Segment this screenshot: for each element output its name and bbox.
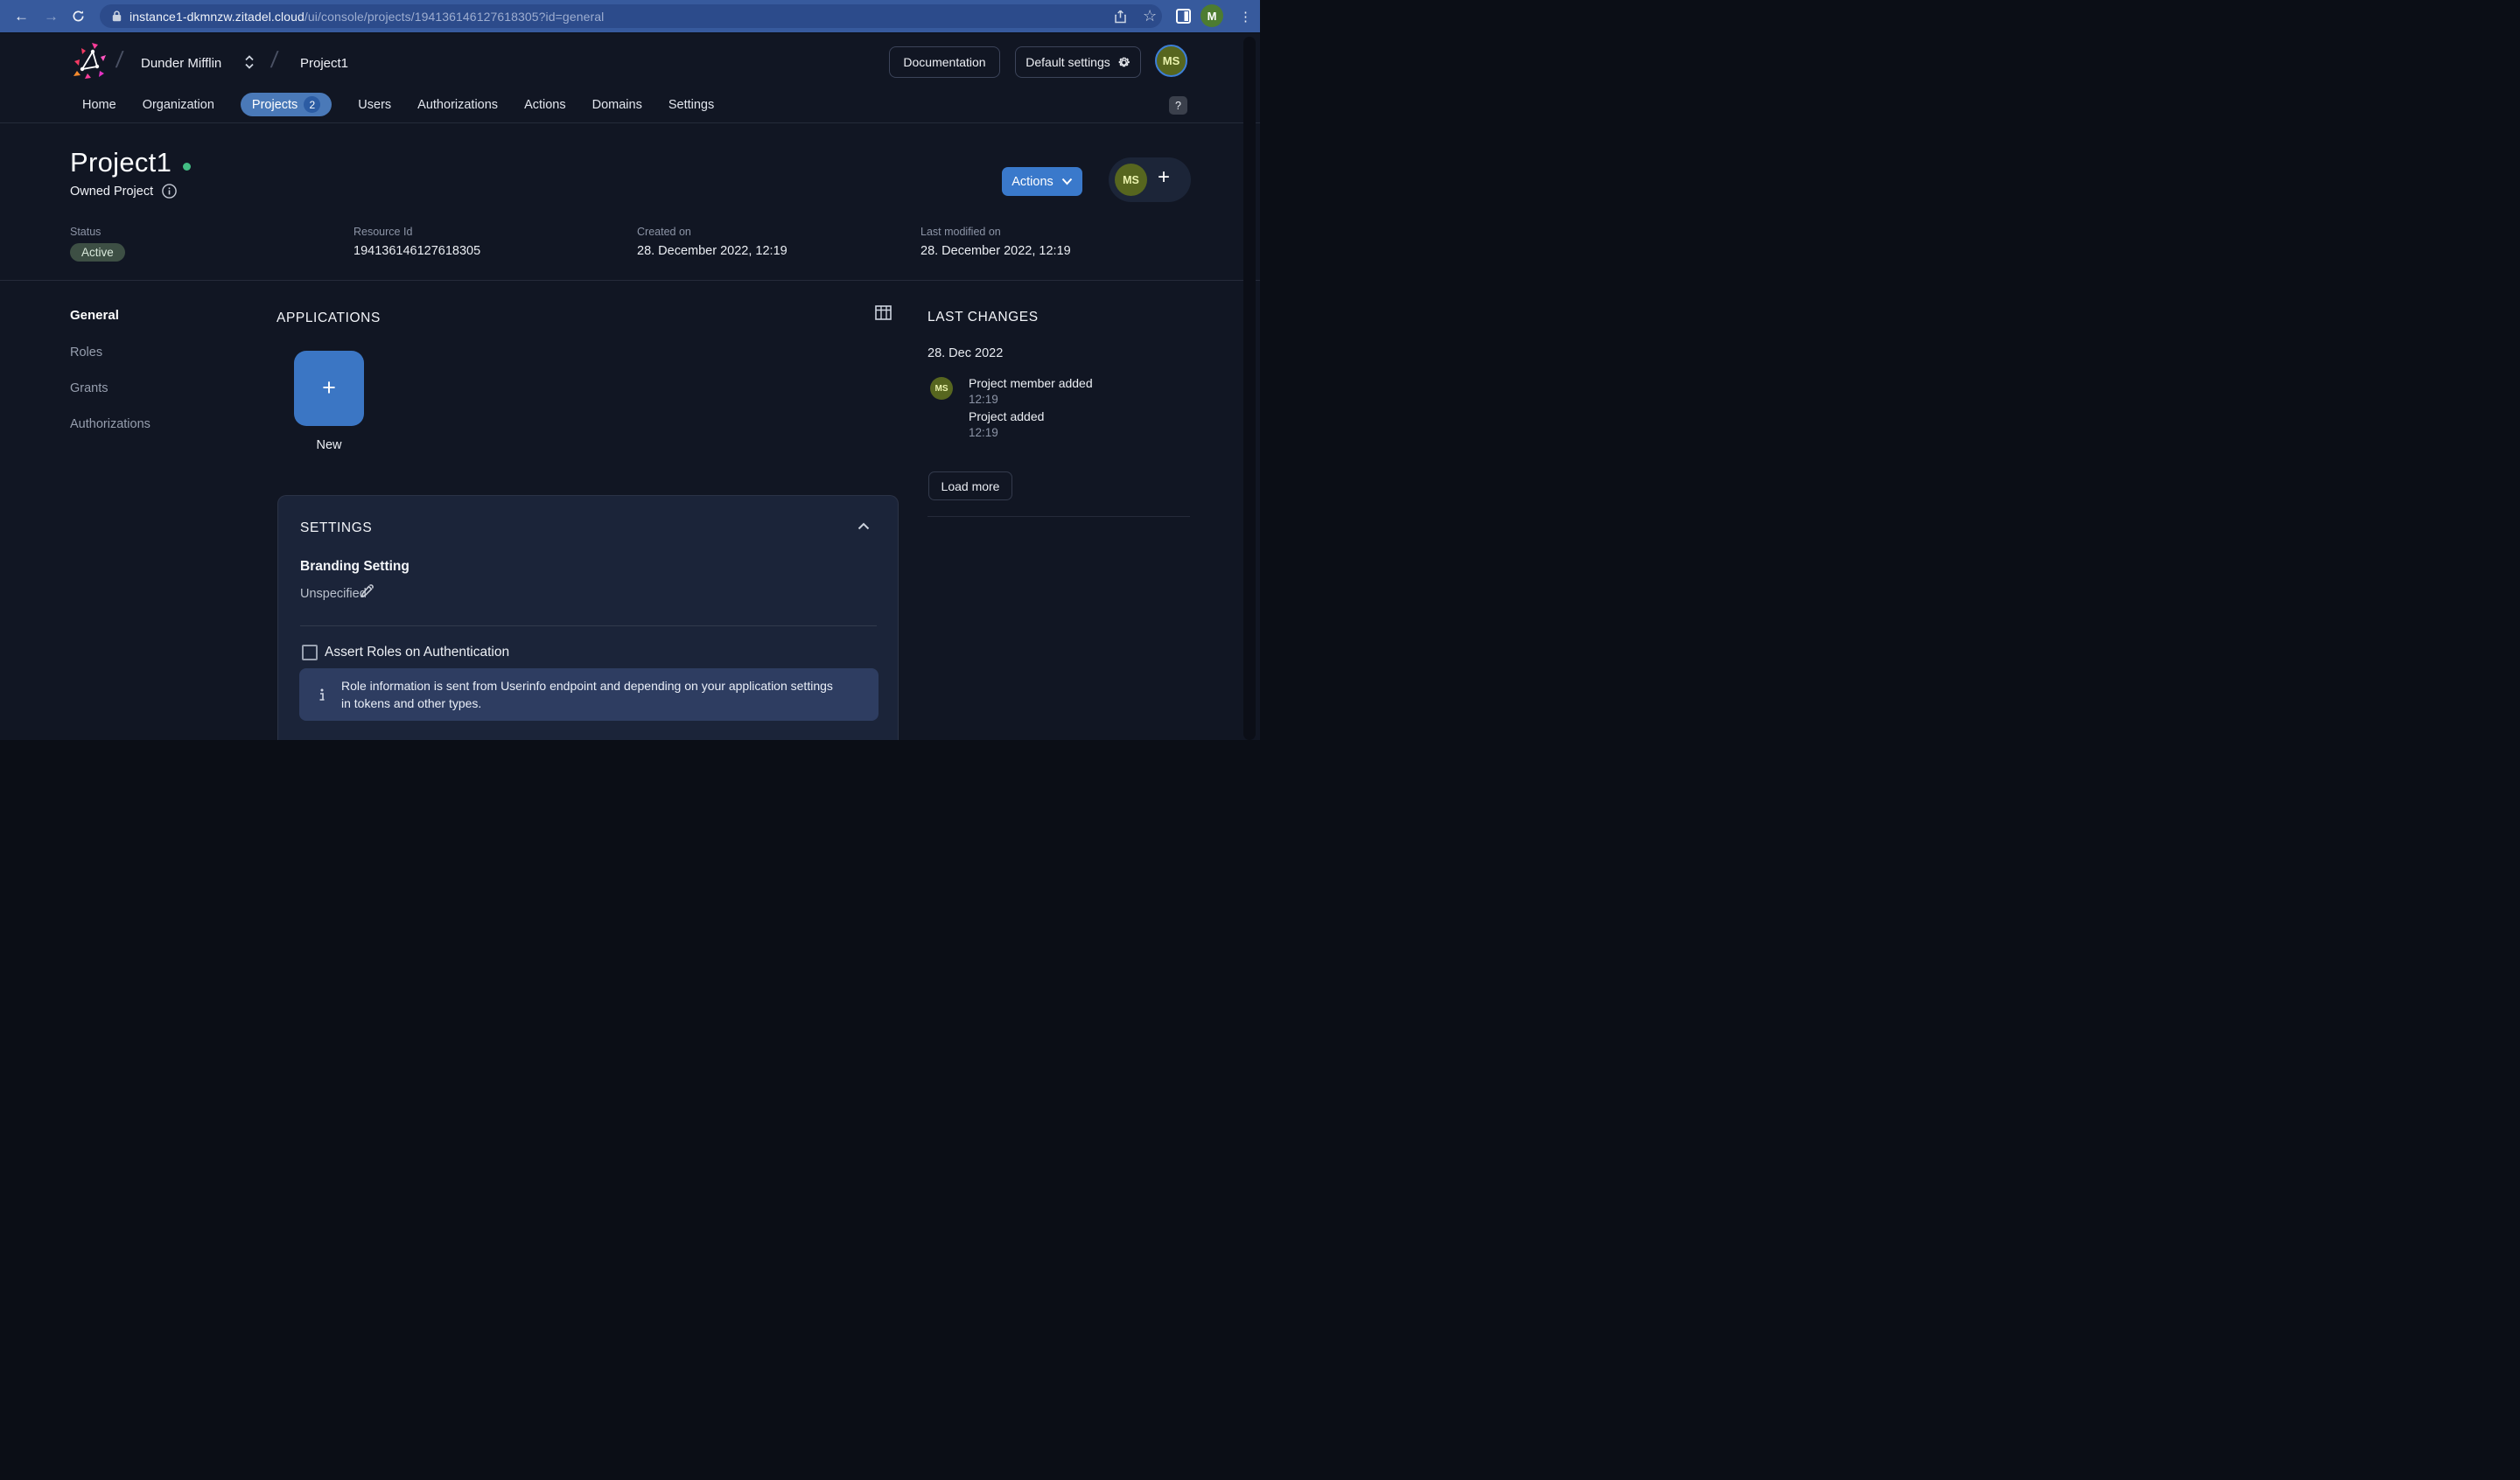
timeline-event-time: 12:19: [969, 393, 998, 406]
settings-card: SETTINGS Branding Setting Unspecified As…: [277, 495, 899, 740]
divider: [300, 625, 877, 626]
browser-back-icon[interactable]: ←: [14, 0, 29, 32]
bookmark-star-icon[interactable]: ☆: [1143, 0, 1157, 32]
org-switcher-icon[interactable]: [243, 54, 256, 70]
tab-projects[interactable]: Projects 2: [241, 93, 332, 116]
chevron-down-icon: [1061, 178, 1073, 185]
help-button[interactable]: ?: [1169, 96, 1187, 115]
breadcrumb-org[interactable]: Dunder Mifflin: [141, 56, 221, 71]
main-nav: Home Organization Projects 2 Users Autho…: [82, 93, 714, 116]
assert-roles-label: Assert Roles on Authentication: [325, 645, 509, 660]
info-box: Role information is sent from Userinfo e…: [299, 668, 878, 721]
info-icon: [316, 688, 328, 702]
meta-resource-id-value: 194136146127618305: [354, 244, 480, 258]
meta-created-on-value: 28. December 2022, 12:19: [637, 244, 788, 258]
chevron-up-icon[interactable]: [858, 522, 870, 530]
divider: [0, 122, 1260, 123]
sidebar-item-general[interactable]: General: [70, 308, 119, 323]
last-changes-heading: LAST CHANGES: [928, 310, 1039, 325]
meta-created-on: Created on 28. December 2022, 12:19: [637, 226, 788, 258]
tab-projects-label: Projects: [252, 98, 298, 112]
timeline-event-title: Project added: [969, 409, 1044, 423]
plus-icon: +: [322, 374, 336, 401]
project-state-dot: [183, 163, 191, 171]
branding-setting-value: Unspecified: [300, 587, 367, 601]
timeline-avatar: MS: [930, 377, 953, 400]
info-icon[interactable]: [162, 184, 177, 199]
tab-authorizations[interactable]: Authorizations: [417, 94, 498, 115]
tab-organization[interactable]: Organization: [143, 94, 214, 115]
add-member-button[interactable]: +: [1158, 165, 1170, 190]
url-text: instance1-dkmnzw.zitadel.cloud/ui/consol…: [130, 10, 604, 24]
share-icon[interactable]: [1114, 4, 1127, 28]
project-subtitle: Owned Project: [70, 185, 153, 199]
actions-label: Actions: [1012, 175, 1054, 189]
meta-status-label: Status: [70, 226, 125, 238]
gear-icon: [1117, 56, 1130, 69]
documentation-label: Documentation: [903, 55, 985, 69]
tab-domains[interactable]: Domains: [592, 94, 642, 115]
timeline-event-time: 12:19: [969, 426, 998, 439]
new-application-card[interactable]: +: [294, 351, 364, 426]
info-text: Role information is sent from Userinfo e…: [341, 677, 842, 713]
tab-home[interactable]: Home: [82, 94, 116, 115]
meta-resource-id-label: Resource Id: [354, 226, 480, 238]
breadcrumb-separator: /: [270, 46, 280, 73]
zitadel-console-screen: ← → instance1-dkmnzw.zitadel.cloud/ui/co…: [0, 0, 1260, 740]
breadcrumb-separator: /: [115, 46, 125, 73]
meta-created-on-label: Created on: [637, 226, 788, 238]
sidebar-item-grants[interactable]: Grants: [70, 381, 108, 395]
divider: [0, 280, 1260, 281]
zitadel-logo[interactable]: [74, 42, 108, 79]
default-settings-label: Default settings: [1026, 55, 1110, 69]
browser-forward-icon[interactable]: →: [44, 0, 59, 32]
settings-heading: SETTINGS: [300, 520, 372, 536]
sidebar-item-roles[interactable]: Roles: [70, 346, 102, 360]
tab-actions[interactable]: Actions: [524, 94, 566, 115]
lock-icon: [112, 10, 122, 22]
new-application-label: New: [294, 438, 364, 452]
edit-pencil-icon[interactable]: [360, 583, 374, 600]
browser-chrome: ← → instance1-dkmnzw.zitadel.cloud/ui/co…: [0, 0, 1260, 33]
browser-profile-avatar[interactable]: M: [1200, 4, 1223, 27]
member-avatar[interactable]: MS: [1115, 164, 1147, 196]
tab-users[interactable]: Users: [358, 94, 391, 115]
side-panel-icon[interactable]: [1176, 4, 1191, 28]
assert-roles-checkbox[interactable]: [302, 645, 318, 660]
meta-modified-on: Last modified on 28. December 2022, 12:1…: [920, 226, 1071, 258]
address-bar[interactable]: instance1-dkmnzw.zitadel.cloud/ui/consol…: [100, 4, 1162, 28]
page-scrollbar[interactable]: [1243, 37, 1256, 740]
meta-modified-on-label: Last modified on: [920, 226, 1071, 238]
sidebar-item-authorizations[interactable]: Authorizations: [70, 417, 150, 431]
meta-modified-on-value: 28. December 2022, 12:19: [920, 244, 1071, 258]
branding-setting-title: Branding Setting: [300, 559, 410, 575]
applications-heading: APPLICATIONS: [276, 311, 381, 326]
meta-status: Status Active: [70, 226, 125, 262]
tab-settings[interactable]: Settings: [668, 94, 714, 115]
status-badge: Active: [70, 243, 125, 262]
default-settings-button[interactable]: Default settings: [1015, 46, 1141, 78]
projects-count-badge: 2: [304, 96, 320, 113]
table-view-icon[interactable]: [875, 305, 892, 320]
page-title: Project1: [70, 147, 172, 178]
browser-menu-icon[interactable]: ⋮: [1239, 0, 1252, 32]
breadcrumb-project[interactable]: Project1: [300, 56, 348, 71]
user-avatar[interactable]: MS: [1155, 45, 1187, 77]
last-changes-date: 28. Dec 2022: [928, 346, 1003, 360]
project-members-pill: MS +: [1109, 157, 1191, 202]
documentation-button[interactable]: Documentation: [889, 46, 1000, 78]
divider: [928, 516, 1190, 517]
timeline-event-title: Project member added: [969, 376, 1093, 390]
browser-reload-icon[interactable]: [72, 0, 85, 32]
load-more-button[interactable]: Load more: [928, 471, 1012, 500]
actions-button[interactable]: Actions: [1002, 167, 1082, 196]
meta-resource-id: Resource Id 194136146127618305: [354, 226, 480, 258]
